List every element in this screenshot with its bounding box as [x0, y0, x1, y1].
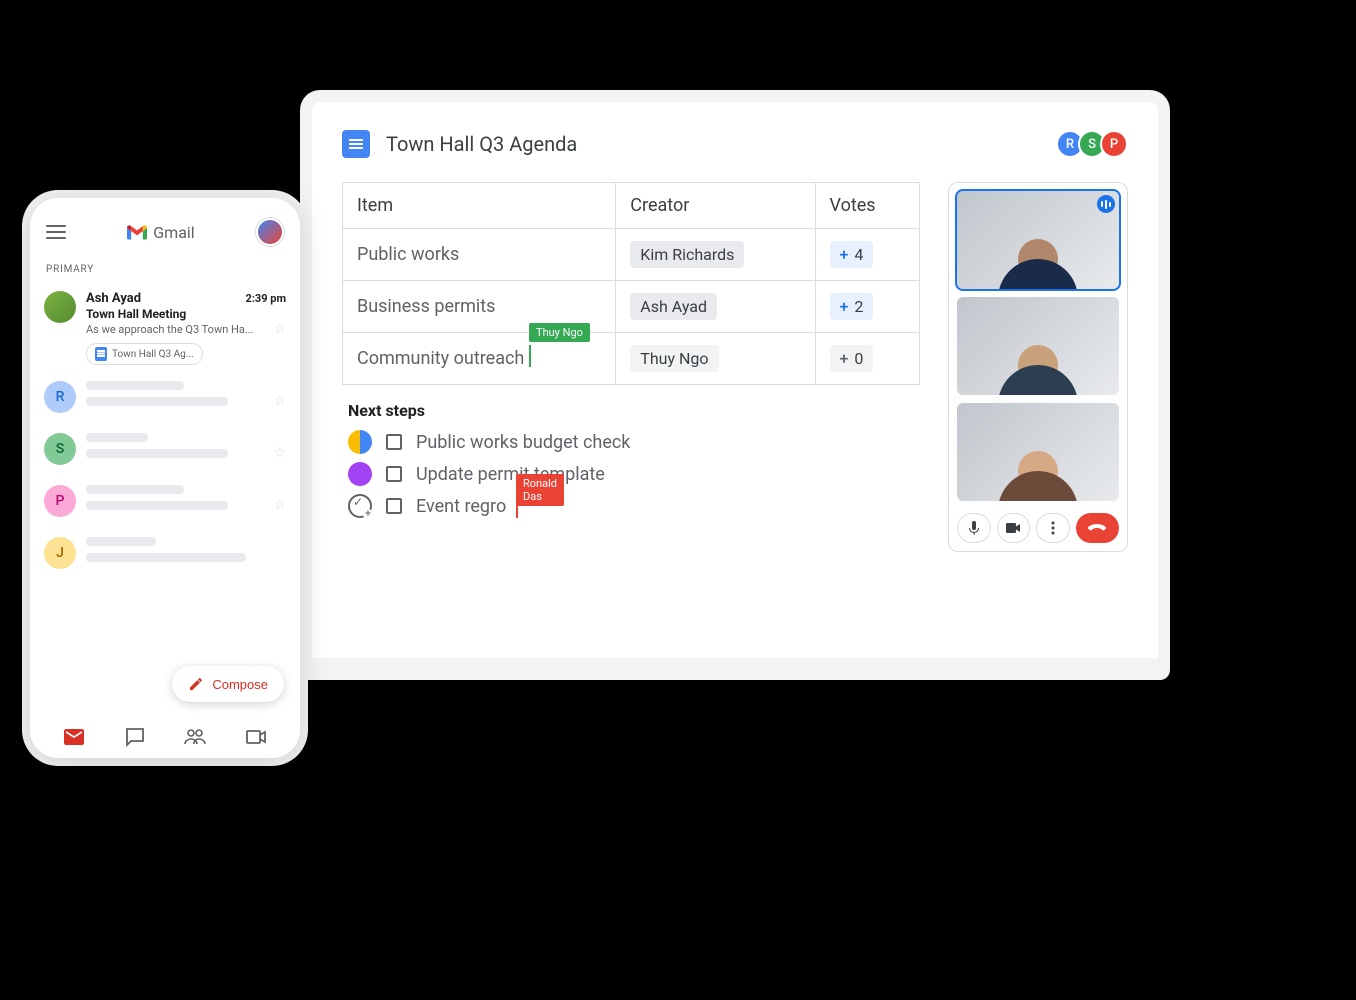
header-creator: Creator: [616, 183, 815, 229]
assignee-avatar[interactable]: [348, 462, 372, 486]
camera-button[interactable]: [997, 513, 1031, 543]
sender-avatar-placeholder: J: [44, 537, 76, 569]
pencil-icon: [188, 676, 204, 692]
collaborator-cursor: [529, 345, 531, 367]
step-text[interactable]: Public works budget check: [416, 432, 630, 453]
more-options-button[interactable]: [1036, 513, 1070, 543]
collaborator-avatars: R S P: [1062, 130, 1128, 158]
creator-chip[interactable]: Thuy Ngo: [630, 345, 718, 372]
compose-label: Compose: [212, 677, 268, 692]
email-skeleton-item[interactable]: J: [44, 527, 286, 579]
plus-icon: +: [840, 245, 849, 264]
step-row[interactable]: Update permit template: [348, 462, 920, 486]
docs-file-icon: [95, 347, 107, 361]
nav-meet-icon[interactable]: [245, 726, 267, 748]
star-icon[interactable]: ☆: [273, 321, 286, 337]
star-icon[interactable]: ☆: [273, 445, 286, 461]
collaborator-cursor-tag: Thuy Ngo: [529, 323, 590, 342]
table-row[interactable]: Business permits Ash Ayad +2: [343, 281, 920, 333]
mic-button[interactable]: [957, 513, 991, 543]
next-steps-heading: Next steps: [348, 401, 920, 420]
collaborator-avatar[interactable]: P: [1100, 130, 1128, 158]
plus-icon: +: [840, 349, 849, 368]
gmail-logo-icon: [127, 224, 147, 240]
step-text[interactable]: Update permit template: [416, 464, 605, 485]
profile-avatar[interactable]: [256, 218, 284, 246]
doc-title[interactable]: Town Hall Q3 Agenda: [386, 132, 577, 156]
creator-chip[interactable]: Kim Richards: [630, 241, 744, 268]
vote-chip[interactable]: +0: [830, 345, 874, 372]
agenda-table[interactable]: Item Creator Votes Public works Kim Rich…: [342, 182, 920, 385]
email-time: 2:39 pm: [246, 292, 286, 305]
sender-avatar-placeholder: R: [44, 381, 76, 413]
meet-participant-tile[interactable]: [957, 191, 1119, 289]
gmail-brand: Gmail: [127, 223, 194, 242]
meet-controls: [957, 513, 1119, 543]
checkbox[interactable]: [386, 498, 402, 514]
email-subject: Town Hall Meeting: [86, 307, 286, 321]
cell-creator[interactable]: Thuy Ngo: [616, 333, 815, 385]
phone-header: Gmail: [44, 214, 286, 258]
doc-header: Town Hall Q3 Agenda R S P: [342, 130, 1128, 158]
cell-votes[interactable]: +0: [815, 333, 919, 385]
google-docs-icon: [342, 130, 370, 158]
plus-icon: +: [840, 297, 849, 316]
email-preview: As we approach the Q3 Town Ha...: [86, 323, 254, 336]
assign-icon[interactable]: [348, 494, 372, 518]
collaborator-cursor-tag: Ronald Das: [516, 474, 564, 506]
sender-avatar: [44, 291, 76, 323]
compose-button[interactable]: Compose: [172, 666, 284, 702]
nav-chat-icon[interactable]: [124, 726, 146, 748]
attachment-name: Town Hall Q3 Ag...: [112, 349, 194, 360]
doc-body: Item Creator Votes Public works Kim Rich…: [342, 182, 1128, 552]
email-skeleton-item[interactable]: R ☆: [44, 371, 286, 423]
table-header-row: Item Creator Votes: [343, 183, 920, 229]
phone-bottom-nav: [44, 718, 286, 748]
phone-device: Gmail PRIMARY Ash Ayad 2:39 pm Town Hall…: [30, 198, 300, 758]
gmail-brand-text: Gmail: [153, 223, 194, 242]
meet-participant-tile[interactable]: [957, 403, 1119, 501]
meet-participant-tile[interactable]: [957, 297, 1119, 395]
email-body: Ash Ayad 2:39 pm Town Hall Meeting As we…: [86, 291, 286, 365]
doc-main: Item Creator Votes Public works Kim Rich…: [342, 182, 920, 552]
sender-avatar-placeholder: P: [44, 485, 76, 517]
cell-votes[interactable]: +4: [815, 229, 919, 281]
speaking-indicator-icon: [1097, 195, 1115, 213]
meet-panel: [948, 182, 1128, 552]
creator-chip[interactable]: Ash Ayad: [630, 293, 717, 320]
vote-chip[interactable]: +4: [830, 241, 874, 268]
laptop-device: Town Hall Q3 Agenda R S P Item Creator V…: [300, 90, 1170, 680]
table-row[interactable]: Public works Kim Richards +4: [343, 229, 920, 281]
cell-votes[interactable]: +2: [815, 281, 919, 333]
sender-avatar-placeholder: S: [44, 433, 76, 465]
cell-item[interactable]: Community outreach Thuy Ngo: [343, 333, 616, 385]
cell-creator[interactable]: Ash Ayad: [616, 281, 815, 333]
email-sender: Ash Ayad: [86, 291, 141, 306]
vote-chip[interactable]: +2: [830, 293, 874, 320]
step-row[interactable]: Event regro Ronald Das: [348, 494, 920, 518]
star-icon[interactable]: ☆: [273, 393, 286, 409]
header-item: Item: [343, 183, 616, 229]
email-list-item[interactable]: Ash Ayad 2:39 pm Town Hall Meeting As we…: [44, 285, 286, 371]
cell-creator[interactable]: Kim Richards: [616, 229, 815, 281]
hangup-button[interactable]: [1076, 513, 1119, 543]
checkbox[interactable]: [386, 434, 402, 450]
email-skeleton-item[interactable]: S ☆: [44, 423, 286, 475]
nav-mail-icon[interactable]: [63, 726, 85, 748]
email-skeleton-item[interactable]: P ☆: [44, 475, 286, 527]
assignee-avatar[interactable]: [348, 430, 372, 454]
attachment-chip[interactable]: Town Hall Q3 Ag...: [86, 343, 203, 365]
star-icon[interactable]: ☆: [273, 497, 286, 513]
inbox-category-label: PRIMARY: [46, 264, 286, 275]
hamburger-menu-icon[interactable]: [46, 225, 66, 239]
checkbox[interactable]: [386, 466, 402, 482]
header-votes: Votes: [815, 183, 919, 229]
doc-title-wrap: Town Hall Q3 Agenda: [342, 130, 577, 158]
step-row[interactable]: Public works budget check: [348, 430, 920, 454]
table-row[interactable]: Community outreach Thuy Ngo Thuy Ngo +0: [343, 333, 920, 385]
cell-item[interactable]: Public works: [343, 229, 616, 281]
step-text[interactable]: Event regro Ronald Das: [416, 496, 506, 517]
nav-spaces-icon[interactable]: [184, 726, 206, 748]
